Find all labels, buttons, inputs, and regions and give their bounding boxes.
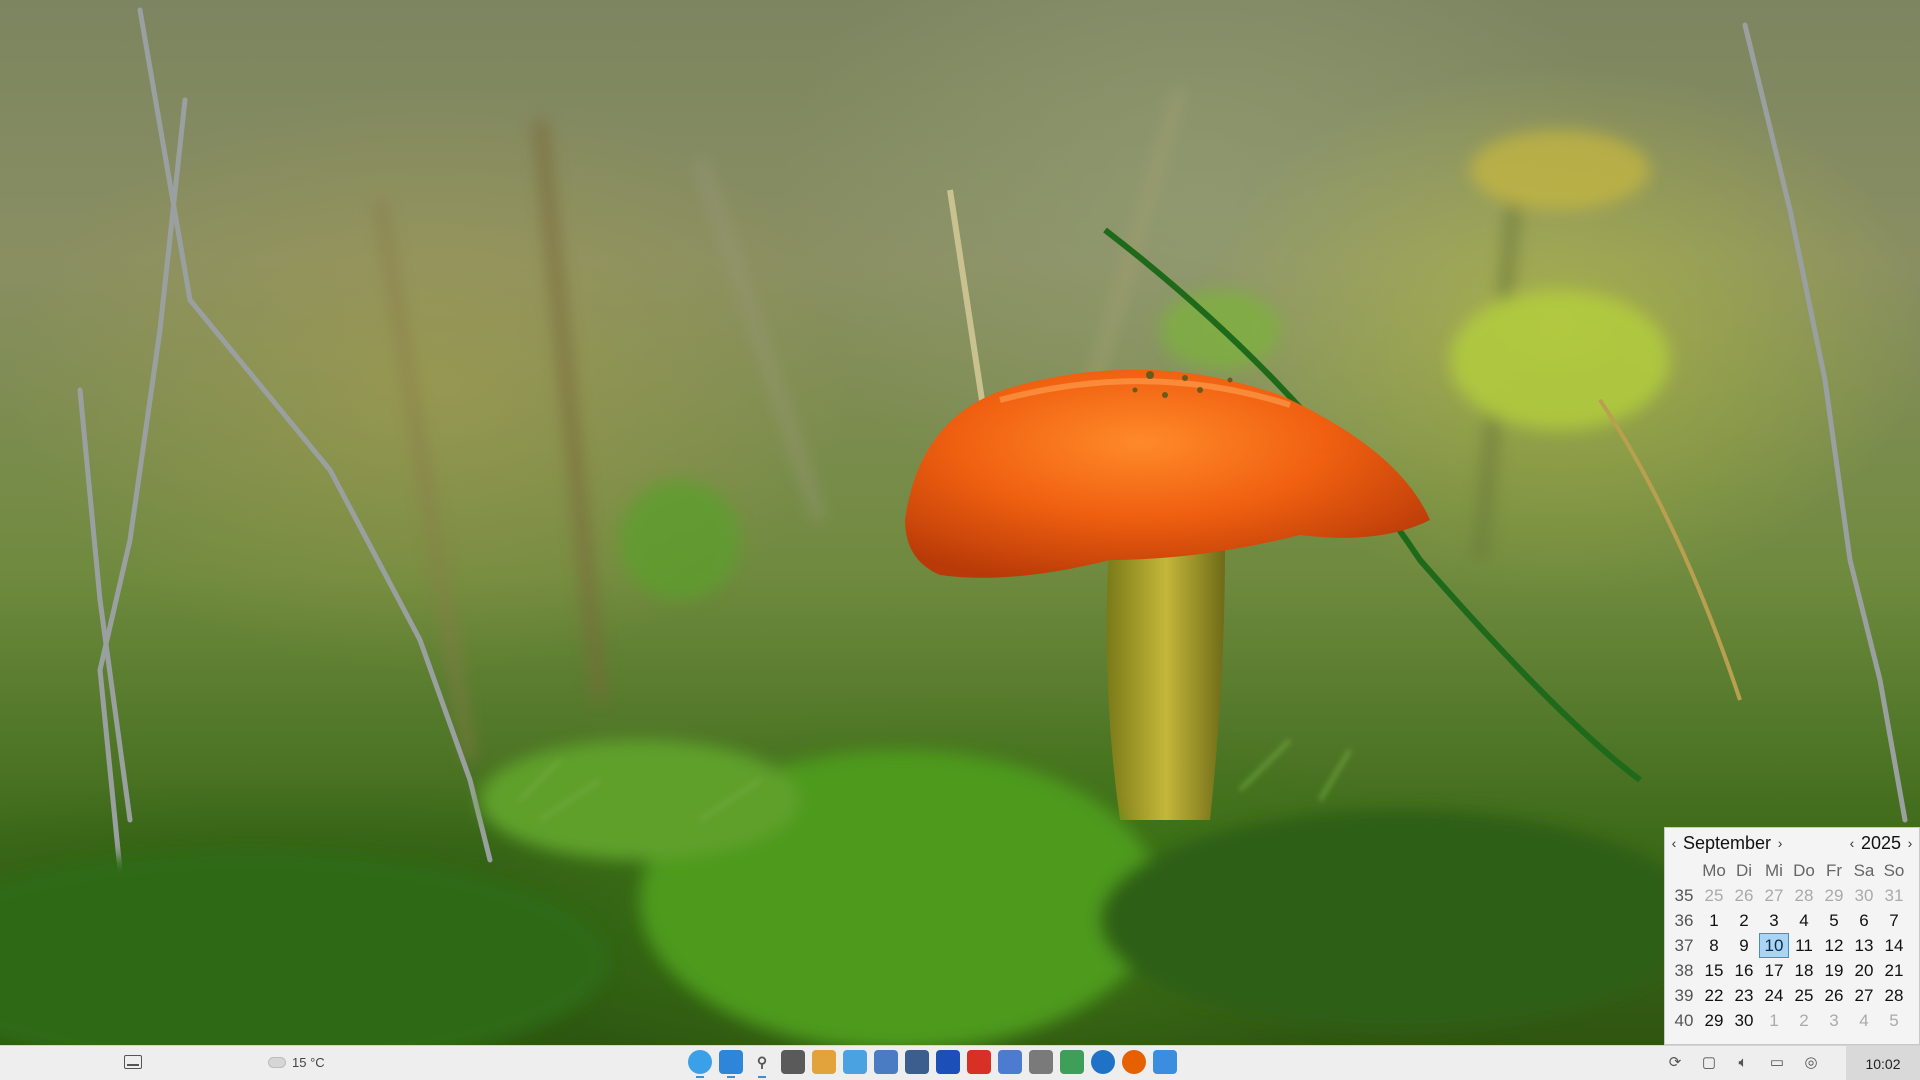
calendar-day[interactable]: 14	[1879, 933, 1909, 958]
clipboard-icon[interactable]: ▢	[1699, 1052, 1719, 1072]
calendar-day[interactable]: 26	[1819, 983, 1849, 1008]
calendar-day[interactable]: 11	[1789, 933, 1819, 958]
thunderbird-icon[interactable]	[1091, 1050, 1115, 1074]
calendar-day[interactable]: 30	[1849, 883, 1879, 908]
taskbar: 15 °C ⚲ ⟳ ▢ 🔈︎ ▭ ◎ 10:02	[0, 1045, 1920, 1080]
next-month-button[interactable]: ›	[1775, 835, 1785, 851]
calendar-day[interactable]: 25	[1699, 883, 1729, 908]
calendar-day[interactable]: 30	[1729, 1008, 1759, 1033]
calendar-day-today[interactable]: 10	[1759, 933, 1789, 958]
calendar-day[interactable]: 3	[1759, 908, 1789, 933]
next-year-button[interactable]: ›	[1905, 835, 1915, 851]
cloud-icon	[268, 1057, 286, 1068]
day-name-header: Sa	[1853, 860, 1875, 880]
calendar-day[interactable]: 20	[1849, 958, 1879, 983]
day-name-header: Do	[1793, 860, 1815, 880]
calendar-day[interactable]: 15	[1699, 958, 1729, 983]
phone-icon[interactable]	[843, 1050, 867, 1074]
calendar-day[interactable]: 19	[1819, 958, 1849, 983]
notifications-icon[interactable]: ◎	[1801, 1052, 1821, 1072]
calendar-day[interactable]: 25	[1789, 983, 1819, 1008]
calendar-day[interactable]: 29	[1819, 883, 1849, 908]
weather-temperature: 15 °C	[292, 1055, 325, 1070]
calendar-day[interactable]: 7	[1879, 908, 1909, 933]
calendar-day[interactable]: 5	[1819, 908, 1849, 933]
firefox-icon[interactable]	[1122, 1050, 1146, 1074]
update-icon[interactable]: ⟳	[1665, 1052, 1685, 1072]
file-manager-icon[interactable]	[719, 1050, 743, 1078]
volume-icon[interactable]: 🔈︎	[1733, 1052, 1753, 1072]
network-icon[interactable]: ▭	[1767, 1052, 1787, 1072]
week-number: 39	[1674, 985, 1694, 1005]
day-name-header: So	[1883, 860, 1905, 880]
notes-icon[interactable]	[1029, 1050, 1053, 1074]
utility-icon[interactable]	[936, 1050, 960, 1074]
prev-year-button[interactable]: ‹	[1847, 835, 1857, 851]
calendar-day[interactable]: 1	[1759, 1008, 1789, 1033]
day-name-header: Mi	[1765, 860, 1783, 880]
desktop-wallpaper	[0, 0, 1920, 1045]
calendar-day[interactable]: 13	[1849, 933, 1879, 958]
year-label[interactable]: 2025	[1861, 833, 1901, 854]
calendar-day[interactable]: 16	[1729, 958, 1759, 983]
calendar-day[interactable]: 29	[1699, 1008, 1729, 1033]
calendar-popup: ‹ September › ‹ 2025 › Mo Di Mi Do Fr Sa So 35 2…	[1664, 827, 1920, 1045]
year-navigator: ‹ 2025 ›	[1847, 833, 1915, 854]
digital-clock[interactable]: 10:02	[1846, 1046, 1920, 1080]
document-viewer-icon[interactable]	[998, 1050, 1022, 1074]
start-menu-icon[interactable]	[688, 1050, 712, 1078]
week-number: 35	[1674, 885, 1694, 905]
calendar-day[interactable]: 27	[1849, 983, 1879, 1008]
calendar-day[interactable]: 12	[1819, 933, 1849, 958]
remote-desktop-icon[interactable]	[905, 1050, 929, 1074]
calendar-day[interactable]: 28	[1789, 883, 1819, 908]
calendar-day[interactable]: 26	[1729, 883, 1759, 908]
month-label[interactable]: September	[1683, 833, 1771, 854]
calendar-day[interactable]: 23	[1729, 983, 1759, 1008]
week-number-header	[1669, 858, 1699, 883]
calendar-day[interactable]: 9	[1729, 933, 1759, 958]
day-name-header: Fr	[1825, 860, 1843, 880]
calendar-day[interactable]: 24	[1759, 983, 1789, 1008]
calendar-day[interactable]: 3	[1819, 1008, 1849, 1033]
month-navigator: ‹ September ›	[1669, 833, 1785, 854]
week-number: 37	[1674, 935, 1694, 955]
editor-icon[interactable]	[1153, 1050, 1177, 1074]
calendar-day[interactable]: 28	[1879, 983, 1909, 1008]
calendar-day[interactable]: 8	[1699, 933, 1729, 958]
system-tray: ⟳ ▢ 🔈︎ ▭ ◎	[1665, 1052, 1821, 1072]
search-icon[interactable]: ⚲	[750, 1050, 774, 1078]
task-manager: ⚲	[688, 1050, 1177, 1078]
calendar-day[interactable]: 1	[1699, 908, 1729, 933]
prev-month-button[interactable]: ‹	[1669, 835, 1679, 851]
screenshot-icon[interactable]	[874, 1050, 898, 1074]
week-number: 38	[1674, 960, 1694, 980]
calendar-day[interactable]: 18	[1789, 958, 1819, 983]
files-icon[interactable]	[812, 1050, 836, 1074]
calendar-day[interactable]: 22	[1699, 983, 1729, 1008]
calendar-day[interactable]: 5	[1879, 1008, 1909, 1033]
calendar-header: ‹ September › ‹ 2025 ›	[1665, 828, 1919, 858]
calendar-day[interactable]: 27	[1759, 883, 1789, 908]
calendar-day[interactable]: 21	[1879, 958, 1909, 983]
week-number: 36	[1674, 910, 1694, 930]
calendar-day[interactable]: 4	[1789, 908, 1819, 933]
day-name-header: Mo	[1702, 860, 1726, 880]
day-name-header: Di	[1735, 860, 1753, 880]
calendar-day[interactable]: 2	[1729, 908, 1759, 933]
calendar-grid: Mo Di Mi Do Fr Sa So 35 25 26 27 28 29 30 31 36 1 2 3 4 5 6 7 3…	[1665, 858, 1919, 1033]
calendar-day[interactable]: 6	[1849, 908, 1879, 933]
calendar-day[interactable]: 31	[1879, 883, 1909, 908]
week-number: 40	[1674, 1010, 1694, 1030]
show-desktop-icon[interactable]	[124, 1055, 142, 1069]
terminal-icon[interactable]	[781, 1050, 805, 1074]
mushroom-scene	[0, 7, 1908, 1045]
weather-widget[interactable]: 15 °C	[268, 1055, 325, 1070]
layers-icon[interactable]	[1060, 1050, 1084, 1074]
gmail-icon[interactable]	[967, 1050, 991, 1074]
calendar-day[interactable]: 2	[1789, 1008, 1819, 1033]
calendar-day[interactable]: 4	[1849, 1008, 1879, 1033]
calendar-day[interactable]: 17	[1759, 958, 1789, 983]
